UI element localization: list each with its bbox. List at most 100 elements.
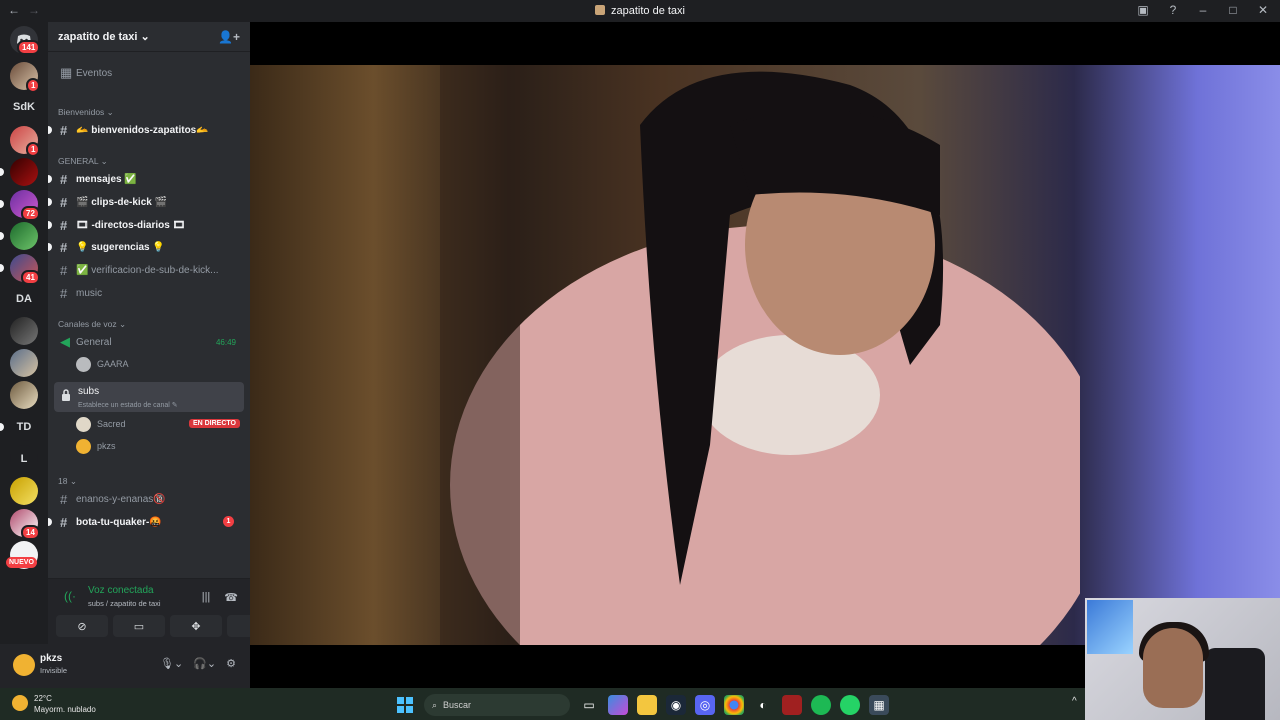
dota-icon[interactable] [782,695,802,715]
hash-icon: # [60,491,68,507]
search-icon: ⌕ [432,699,438,710]
help-icon[interactable]: ? [1166,3,1180,17]
category-bienvenidos[interactable]: Bienvenidos ⌄ [58,107,114,118]
server-header[interactable]: zapatito de taxi ⌄ 👤+ [48,22,250,52]
voice-user-name: pkzs [97,441,116,451]
settings-gear-icon[interactable]: ⚙ [226,657,236,670]
search-label: Buscar [443,700,472,710]
gaming-chair [1205,648,1265,720]
server-icon[interactable] [10,349,38,377]
disconnect-icon[interactable]: ☎ [224,591,238,604]
voice-user[interactable]: Sacred [76,415,126,433]
hash-icon: # [60,285,68,301]
server-logo-icon [595,5,605,15]
avatar [76,416,91,432]
windows-taskbar: 22°C Mayorm. nublado ⌕ Buscar ▭ ◉ ◎ ◐ ▦ ^ [0,688,1085,720]
server-icon[interactable] [10,222,38,250]
task-view-icon[interactable]: ▭ [579,695,599,715]
camera-off-button[interactable]: ⊘ [56,615,108,637]
stream-stage [250,22,1280,688]
channel-label: bota-tu-quaker-🤬 [76,516,162,528]
user-name[interactable]: pkzs [40,653,62,664]
screen-share-button[interactable]: ▭ [113,615,165,637]
hash-icon: # [60,514,68,530]
stream-frame-image [440,65,1080,645]
server-icon[interactable] [10,317,38,345]
voice-channel-subs[interactable]: subs Establece un estado de canal ✎ [54,382,244,412]
category-18[interactable]: 18 ⌄ [58,476,77,487]
microphone-icon[interactable]: 🎙⌄ [160,657,183,670]
unread-pill [0,232,4,240]
channel-verificacion[interactable]: # ✅ verificacion-de-sub-de-kick... [54,260,244,280]
server-badge: 1 [26,78,41,93]
avatar[interactable] [13,654,35,676]
voice-user-name: GAARA [97,359,129,369]
close-button[interactable]: ✕ [1256,3,1270,17]
category-voz[interactable]: Canales de voz ⌄ [58,319,126,330]
channel-clips[interactable]: # 🎬 clips-de-kick 🎬 [48,192,244,212]
hash-icon: # [60,122,68,138]
voice-user[interactable]: pkzs [76,437,116,455]
windows-start-icon[interactable] [395,695,415,715]
server-da[interactable]: DA [10,285,38,313]
hash-icon: # [60,171,68,187]
channel-bota[interactable]: # bota-tu-quaker-🤬 1 [48,512,244,532]
temperature: 22°C [34,694,52,703]
voice-user[interactable]: GAARA [76,355,129,373]
webcam-person [1143,628,1203,708]
steam-icon[interactable]: ◉ [666,695,686,715]
channel-bienvenidos[interactable]: # 🫴 bienvenidos-zapatitos🫴 [48,120,244,140]
whatsapp-icon[interactable] [840,695,860,715]
user-status[interactable]: Invisible [40,666,67,675]
channel-label: General [76,336,112,348]
window-title: zapatito de taxi [0,5,1280,17]
channel-label: 🫴 bienvenidos-zapatitos🫴 [76,124,209,136]
channel-music[interactable]: # music [54,283,244,303]
stream-video[interactable] [250,65,1280,645]
channel-enanos[interactable]: # enanos-y-enanas🔞 [54,489,244,509]
activities-button[interactable]: ✥ [170,615,222,637]
channel-label: ✅ verificacion-de-sub-de-kick... [76,264,219,276]
calculator-icon[interactable]: ▦ [869,695,889,715]
events-item[interactable]: ▦ Eventos [54,63,244,83]
category-general[interactable]: GENERAL ⌄ [58,156,108,167]
server-icon[interactable] [10,158,38,186]
file-explorer-icon[interactable] [637,695,657,715]
mention-badge: 1 [223,516,234,527]
hash-icon: # [60,217,68,233]
chrome-icon[interactable] [724,695,744,715]
discord-icon[interactable]: ◎ [695,695,715,715]
weather-text: Mayorm. nublado [34,705,96,714]
voice-channel-general[interactable]: ◀ General 46:49 [54,332,244,352]
server-icon[interactable] [10,477,38,505]
hash-icon: # [60,262,68,278]
voice-timer: 46:49 [215,337,236,347]
activities-icon: ✥ [191,620,201,633]
voice-user-name: Sacred [97,419,126,429]
voice-location[interactable]: subs / zapatito de taxi [88,599,161,608]
spotify-icon[interactable] [811,695,831,715]
noise-suppression-icon[interactable]: ||| [202,591,211,604]
signal-icon[interactable]: ((· [64,589,76,603]
channel-status[interactable]: Establece un estado de canal ✎ [78,401,178,409]
server-td[interactable]: TD [10,413,38,441]
server-l[interactable]: L [10,445,38,473]
screen-share-icon: ▭ [133,620,145,633]
copilot-icon[interactable] [608,695,628,715]
add-member-icon[interactable]: 👤+ [218,30,240,44]
tray-chevron-icon[interactable]: ^ [1072,696,1077,707]
headphones-icon[interactable]: 🎧⌄ [193,657,216,670]
channel-sugerencias[interactable]: # 💡 sugerencias 💡 [48,237,244,257]
channel-mensajes[interactable]: # mensajes ✅ [48,169,244,189]
inbox-icon[interactable]: ▣ [1136,3,1150,17]
channel-directos[interactable]: # 🎞 -directos-diarios 🎞 [48,215,244,235]
maximize-button[interactable]: □ [1226,3,1240,17]
channel-label: 🎬 clips-de-kick 🎬 [76,196,168,208]
voice-status[interactable]: Voz conectada [88,585,154,596]
app-icon[interactable]: ◐ [753,695,773,715]
taskbar-search[interactable]: ⌕ Buscar [424,694,570,716]
server-icon[interactable] [10,381,38,409]
camera-off-icon: ⊘ [77,620,87,633]
minimize-button[interactable]: – [1196,3,1210,17]
server-sdk[interactable]: SdK [10,93,38,121]
